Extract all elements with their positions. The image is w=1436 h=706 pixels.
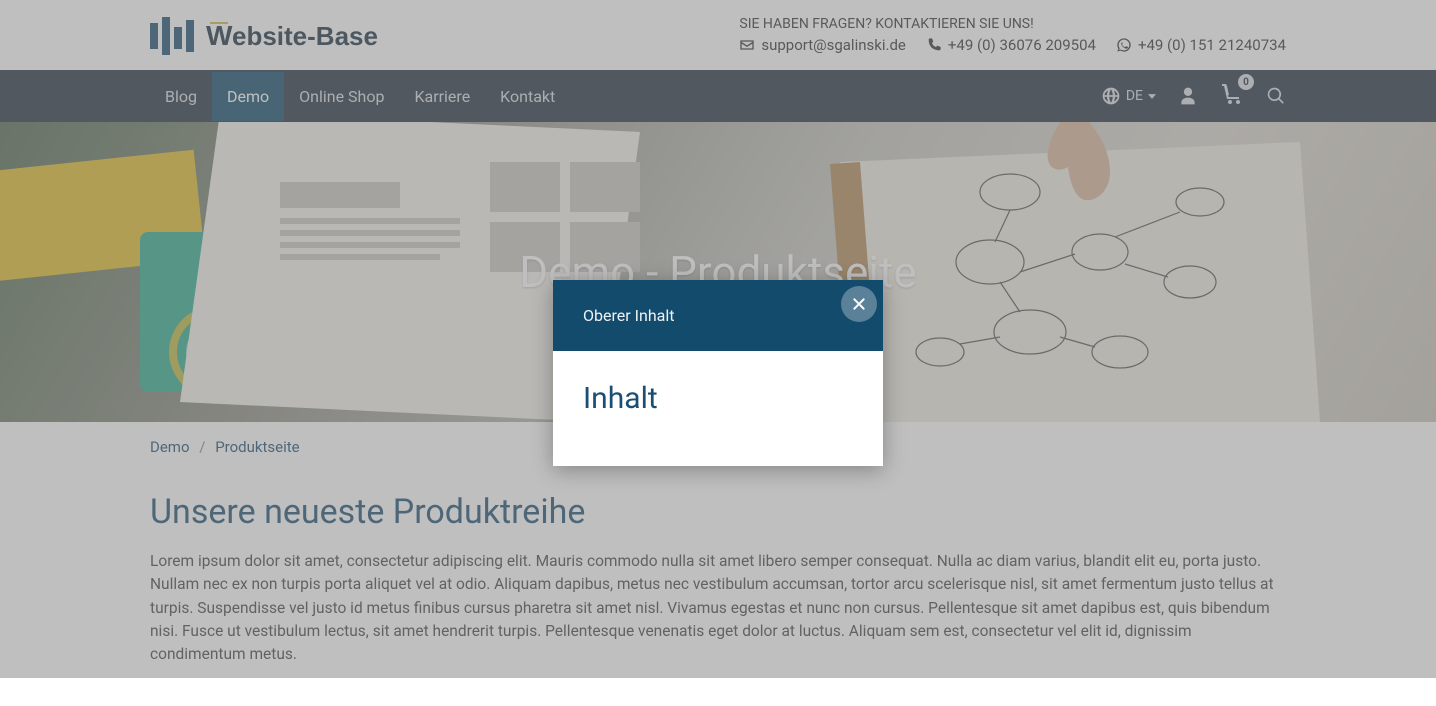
svg-text:ebsite-Base: ebsite-Base <box>232 21 378 51</box>
modal-header: Oberer Inhalt <box>553 280 883 351</box>
modal-body-title: Inhalt <box>583 381 853 416</box>
svg-text:W: W <box>206 20 233 51</box>
content-body: Lorem ipsum dolor sit amet, consectetur … <box>150 550 1286 666</box>
main-nav: Blog Demo Online Shop Karriere Kontakt D… <box>0 70 1436 122</box>
envelope-icon <box>739 37 755 53</box>
whatsapp-icon <box>1116 37 1132 53</box>
breadcrumb-separator: / <box>199 438 205 456</box>
nav-right: DE 0 <box>1101 82 1286 110</box>
modal-header-title: Oberer Inhalt <box>583 306 674 325</box>
search-icon[interactable] <box>1266 86 1286 106</box>
nav-item-shop[interactable]: Online Shop <box>284 72 399 121</box>
nav-item-demo[interactable]: Demo <box>212 72 284 121</box>
nav-item-karriere[interactable]: Karriere <box>399 72 485 121</box>
nav-item-kontakt[interactable]: Kontakt <box>485 72 570 121</box>
content-heading: Unsere neueste Produktreihe <box>150 492 1286 532</box>
caret-down-icon <box>1148 94 1156 99</box>
close-icon <box>851 296 867 312</box>
language-label: DE <box>1126 88 1143 104</box>
main-content: Unsere neueste Produktreihe Lorem ipsum … <box>0 472 1436 706</box>
contact-whatsapp[interactable]: +49 (0) 151 21240734 <box>1116 36 1286 54</box>
contact-phone-text: +49 (0) 36076 209504 <box>948 36 1096 54</box>
nav-left: Blog Demo Online Shop Karriere Kontakt <box>150 72 570 121</box>
user-icon[interactable] <box>1178 86 1198 106</box>
globe-icon <box>1101 86 1121 106</box>
language-selector[interactable]: DE <box>1101 86 1156 106</box>
cart-badge: 0 <box>1238 74 1254 90</box>
contact-email-text: support@sgalinski.de <box>761 36 906 54</box>
modal-close-button[interactable] <box>841 286 877 322</box>
contact-phone[interactable]: +49 (0) 36076 209504 <box>926 36 1096 54</box>
phone-icon <box>926 37 942 53</box>
contact-email[interactable]: support@sgalinski.de <box>739 36 906 54</box>
logo-icon: W ebsite-Base <box>150 13 410 57</box>
breadcrumb-item-demo[interactable]: Demo <box>150 438 190 456</box>
cart-button[interactable]: 0 <box>1220 82 1244 110</box>
logo[interactable]: W ebsite-Base <box>150 13 410 57</box>
nav-item-blog[interactable]: Blog <box>150 72 212 121</box>
contact-block: SIE HABEN FRAGEN? KONTAKTIEREN SIE UNS! … <box>739 16 1286 54</box>
contact-details: support@sgalinski.de +49 (0) 36076 20950… <box>739 36 1286 54</box>
contact-heading: SIE HABEN FRAGEN? KONTAKTIEREN SIE UNS! <box>739 16 1286 32</box>
breadcrumb-item-produktseite[interactable]: Produktseite <box>215 438 299 456</box>
modal-body: Inhalt <box>553 351 883 466</box>
contact-whatsapp-text: +49 (0) 151 21240734 <box>1138 36 1286 54</box>
topbar: W ebsite-Base SIE HABEN FRAGEN? KONTAKTI… <box>0 0 1436 70</box>
modal: Oberer Inhalt Inhalt <box>553 280 883 466</box>
